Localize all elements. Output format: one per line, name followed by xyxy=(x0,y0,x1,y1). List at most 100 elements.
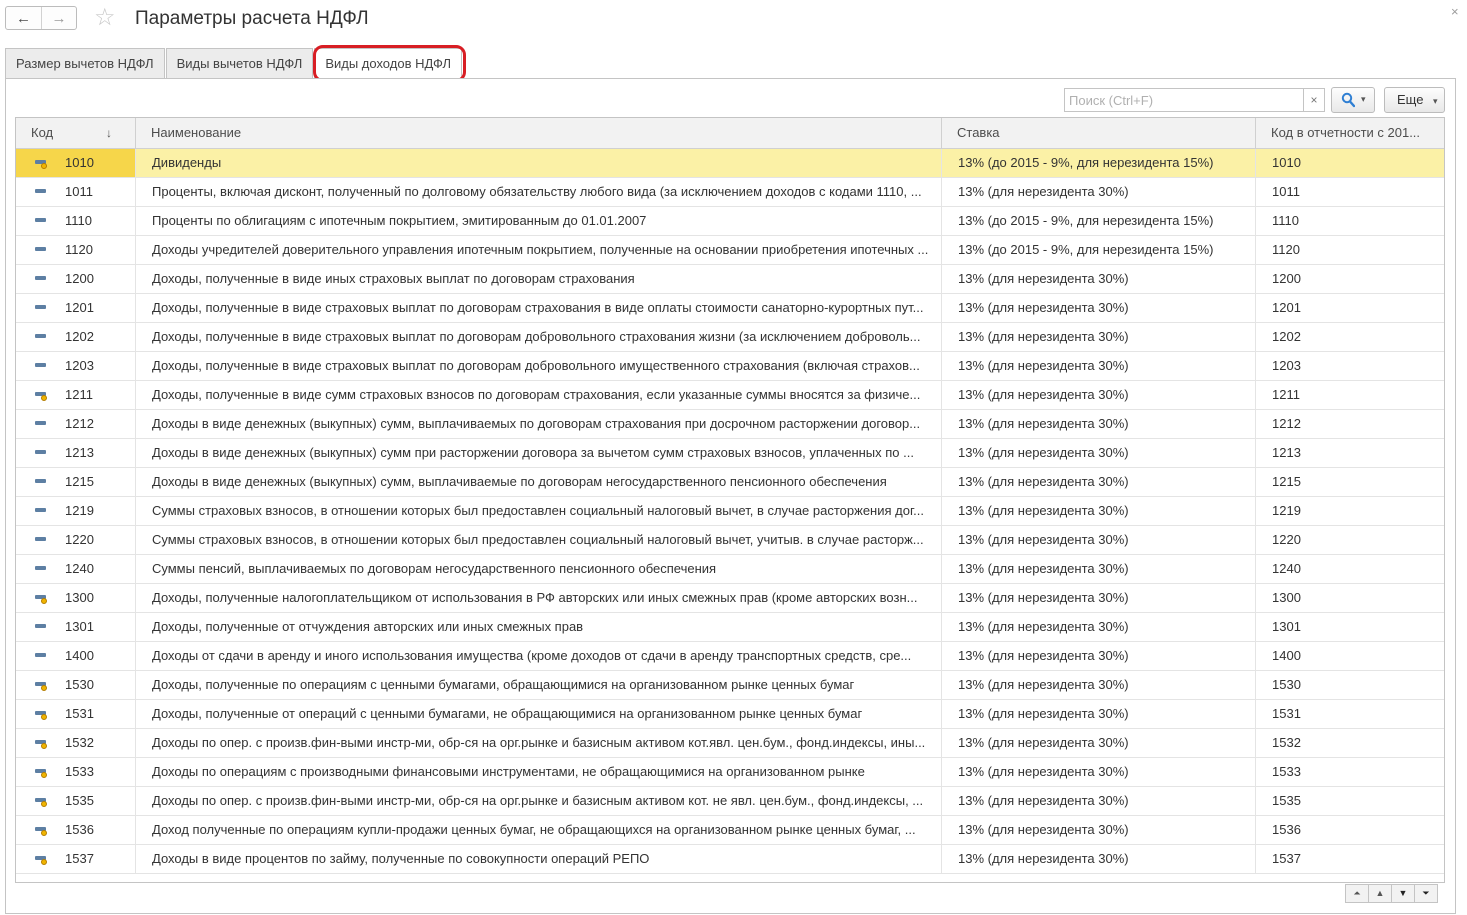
search-button[interactable]: ▾ xyxy=(1331,87,1375,113)
sort-arrow-icon: ↓ xyxy=(106,126,112,140)
cell-name: Доходы, полученные от операций с ценными… xyxy=(136,700,942,728)
cell-report-code: 1211 xyxy=(1272,387,1300,402)
cell-name: Доход полученные по операциям купли-прод… xyxy=(136,816,942,844)
cell-report-code: 1301 xyxy=(1272,619,1301,634)
search-field: × xyxy=(1064,88,1325,112)
cell-report-code: 1532 xyxy=(1272,735,1301,750)
cell-report-code: 1201 xyxy=(1272,300,1301,315)
table-row[interactable]: 1110 Проценты по облигациям с ипотечным п… xyxy=(16,207,1444,236)
cell-code-text: 1532 xyxy=(65,735,94,750)
table-row[interactable]: 1212 Доходы в виде денежных (выкупных) су… xyxy=(16,410,1444,439)
cell-code-text: 1215 xyxy=(65,474,94,489)
item-icon xyxy=(35,566,51,576)
table-row[interactable]: 1201 Доходы, полученные в виде страховых … xyxy=(16,294,1444,323)
cell-code-text: 1203 xyxy=(65,358,94,373)
table-row[interactable]: 1011 Проценты, включая дисконт, полученны… xyxy=(16,178,1444,207)
favorite-star-icon[interactable]: ☆ xyxy=(94,5,116,31)
table-row[interactable]: 1300 Доходы, полученные налогоплательщико… xyxy=(16,584,1444,613)
column-header-name[interactable]: Наименование xyxy=(136,118,942,148)
cell-report-code: 1531 xyxy=(1272,706,1301,721)
back-arrow-icon[interactable]: ← xyxy=(6,7,41,29)
table-row[interactable]: 1240 Суммы пенсий, выплачиваемых по догов… xyxy=(16,555,1444,584)
table-row[interactable]: 1532 Доходы по опер. с произв.фин-выми ин… xyxy=(16,729,1444,758)
cell-name: Доходы, полученные в виде сумм страховых… xyxy=(136,381,942,409)
table-row[interactable]: 1301 Доходы, полученные от отчуждения авт… xyxy=(16,613,1444,642)
table-row[interactable]: 1533 Доходы по операциям с производными ф… xyxy=(16,758,1444,787)
cell-code-text: 1120 xyxy=(65,242,93,257)
table-row[interactable]: 1203 Доходы, полученные в виде страховых … xyxy=(16,352,1444,381)
cell-code: 1200 xyxy=(16,265,136,293)
cell-code: 1240 xyxy=(16,555,136,583)
cell-report-code: 1530 xyxy=(1272,677,1301,692)
table-row[interactable]: 1213 Доходы в виде денежных (выкупных) су… xyxy=(16,439,1444,468)
title-bar: ← → ☆ Параметры расчета НДФЛ × xyxy=(0,0,1467,40)
table-row[interactable]: 1202 Доходы, полученные в виде страховых … xyxy=(16,323,1444,352)
cell-report-code: 1300 xyxy=(1272,590,1301,605)
cell-code-text: 1300 xyxy=(65,590,94,605)
tab-deduction-types[interactable]: Виды вычетов НДФЛ xyxy=(165,48,314,79)
scroll-to-top-icon[interactable]: ⏶ xyxy=(1345,884,1369,903)
column-header-code-label: Код xyxy=(31,125,54,140)
table-row[interactable]: 1531 Доходы, полученные от операций с цен… xyxy=(16,700,1444,729)
cell-report-code: 1215 xyxy=(1272,474,1301,489)
clear-search-icon[interactable]: × xyxy=(1303,89,1324,111)
table-row[interactable]: 1537 Доходы в виде процентов по займу, по… xyxy=(16,845,1444,874)
table-row[interactable]: 1220 Суммы страховых взносов, в отношении… xyxy=(16,526,1444,555)
tab-deduction-amounts[interactable]: Размер вычетов НДФЛ xyxy=(5,48,165,79)
cell-rate: 13% (для нерезидента 30%) xyxy=(942,816,1256,844)
item-icon xyxy=(35,334,51,344)
cell-rate: 13% (для нерезидента 30%) xyxy=(942,700,1256,728)
item-icon xyxy=(35,479,51,489)
cell-name: Доходы, полученные в виде иных страховых… xyxy=(136,265,942,293)
cell-code-text: 1400 xyxy=(65,648,94,663)
cell-code-text: 1110 xyxy=(65,213,92,228)
tab-income-types[interactable]: Виды доходов НДФЛ xyxy=(314,48,462,80)
cell-code-text: 1213 xyxy=(65,445,94,460)
cell-code: 1535 xyxy=(16,787,136,815)
more-button[interactable]: Еще ▾ xyxy=(1384,87,1445,113)
cell-code-text: 1530 xyxy=(65,677,94,692)
cell-rate: 13% (до 2015 - 9%, для нерезидента 15%) xyxy=(942,236,1256,264)
table-row[interactable]: 1400 Доходы от сдачи в аренду и иного исп… xyxy=(16,642,1444,671)
cell-code: 1533 xyxy=(16,758,136,786)
cell-rate: 13% (для нерезидента 30%) xyxy=(942,526,1256,554)
cell-rate: 13% (для нерезидента 30%) xyxy=(942,468,1256,496)
item-icon xyxy=(35,450,51,460)
table-row[interactable]: 1215 Доходы в виде денежных (выкупных) су… xyxy=(16,468,1444,497)
item-icon xyxy=(35,247,51,257)
scroll-down-icon[interactable]: ▼ xyxy=(1391,884,1415,903)
cell-code-text: 1011 xyxy=(65,184,93,199)
scroll-controls: ⏶ ▲ ▼ ⏷ xyxy=(1345,884,1438,903)
cell-rate: 13% (для нерезидента 30%) xyxy=(942,294,1256,322)
table-row[interactable]: 1219 Суммы страховых взносов, в отношении… xyxy=(16,497,1444,526)
scroll-up-icon[interactable]: ▲ xyxy=(1368,884,1392,903)
forward-arrow-icon[interactable]: → xyxy=(40,7,76,29)
cell-rate: 13% (для нерезидента 30%) xyxy=(942,323,1256,351)
table-row[interactable]: 1120 Доходы учредителей доверительного уп… xyxy=(16,236,1444,265)
table-row[interactable]: 1211 Доходы, полученные в виде сумм страх… xyxy=(16,381,1444,410)
search-input[interactable] xyxy=(1065,89,1303,111)
cell-name: Доходы, полученные от отчуждения авторск… xyxy=(136,613,942,641)
column-header-code[interactable]: Код ↓ xyxy=(16,118,136,148)
cell-name: Проценты по облигациям с ипотечным покры… xyxy=(136,207,942,235)
item-marked-icon xyxy=(35,682,51,692)
tab-strip: Размер вычетов НДФЛ Виды вычетов НДФЛ Ви… xyxy=(5,48,463,80)
table-row[interactable]: 1010 Дивиденды 13% (до 2015 - 9%, для нере… xyxy=(16,149,1444,178)
cell-code-text: 1220 xyxy=(65,532,94,547)
column-header-report-code[interactable]: Код в отчетности с 201... xyxy=(1256,118,1444,148)
cell-report-code: 1536 xyxy=(1272,822,1301,837)
item-icon xyxy=(35,508,51,518)
table-row[interactable]: 1536 Доход полученные по операциям купли-… xyxy=(16,816,1444,845)
close-icon[interactable]: × xyxy=(1451,4,1459,19)
table-row[interactable]: 1530 Доходы, полученные по операциям с це… xyxy=(16,671,1444,700)
cell-name: Доходы, полученные в виде страховых выпл… xyxy=(136,352,942,380)
cell-name: Доходы в виде денежных (выкупных) сумм, … xyxy=(136,410,942,438)
cell-report-code: 1400 xyxy=(1272,648,1301,663)
cell-rate: 13% (для нерезидента 30%) xyxy=(942,845,1256,873)
column-header-rate[interactable]: Ставка xyxy=(942,118,1256,148)
cell-code: 1537 xyxy=(16,845,136,873)
table-row[interactable]: 1535 Доходы по опер. с произв.фин-выми ин… xyxy=(16,787,1444,816)
table-row[interactable]: 1200 Доходы, полученные в виде иных страх… xyxy=(16,265,1444,294)
scroll-to-bottom-icon[interactable]: ⏷ xyxy=(1414,884,1438,903)
cell-code-text: 1536 xyxy=(65,822,94,837)
